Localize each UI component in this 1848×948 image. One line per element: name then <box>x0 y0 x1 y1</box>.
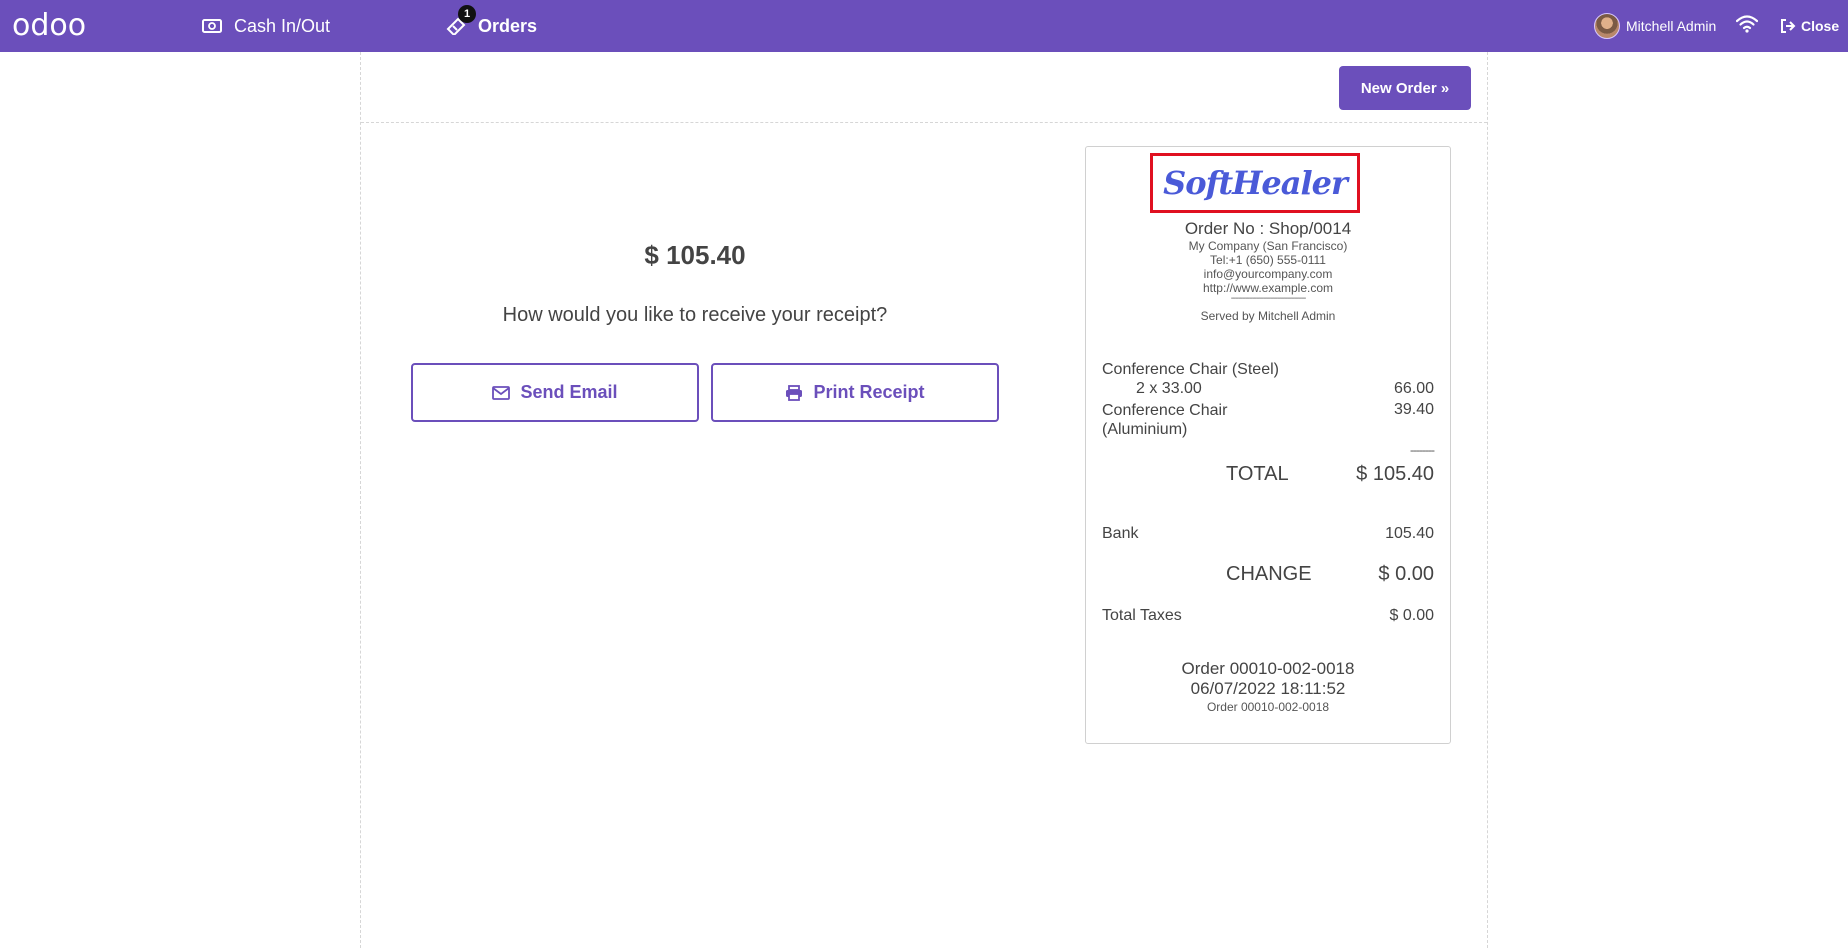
cash-in-out-button[interactable]: Cash In/Out <box>202 0 330 52</box>
receipt-taxes-label: Total Taxes <box>1102 607 1182 624</box>
receipt-payment-amount: 105.40 <box>1385 525 1434 542</box>
cash-in-out-label: Cash In/Out <box>234 15 331 36</box>
receipt-email: info@yourcompany.com <box>1203 267 1333 281</box>
pos-receipt: SoftHealer Order No : Shop/0014 My Compa… <box>1085 146 1451 744</box>
receipt-taxes-value: $ 0.00 <box>1389 607 1434 624</box>
wifi-icon[interactable] <box>1735 15 1759 38</box>
softhealer-logo: SoftHealer <box>1163 164 1348 202</box>
envelope-icon <box>492 385 511 400</box>
receipt-logo-highlight: SoftHealer <box>1150 153 1360 213</box>
receipt-question: How would you like to receive your recei… <box>502 304 888 326</box>
close-label: Close <box>1801 18 1840 34</box>
send-email-label: Send Email <box>520 382 618 402</box>
receipt-line-amount: 39.40 <box>1393 401 1434 418</box>
receipt-total-value: $ 105.40 <box>1356 463 1434 485</box>
receipt-line-name: Conference Chair (Aluminium) <box>1102 402 1228 438</box>
receipt-total-label: TOTAL <box>1226 463 1289 485</box>
pos-topbar: odoo Cash In/Out 1 Orders Mitchell Admin <box>0 0 1848 52</box>
odoo-logo: odoo <box>12 8 87 43</box>
send-email-button[interactable]: Send Email <box>411 363 699 422</box>
receipt-line-qty: 2 x 33.00 66.00 <box>1102 380 1434 398</box>
receipt-line-amount: 66.00 <box>1393 380 1434 397</box>
money-icon <box>202 18 222 34</box>
orders-button[interactable]: 1 Orders <box>446 0 537 52</box>
paid-amount: $ 105.40 <box>644 240 746 270</box>
user-menu[interactable]: Mitchell Admin <box>1594 0 1716 52</box>
receipt-line-qty-text: 2 x 33.00 <box>1136 380 1202 397</box>
receipt-screen-header: New Order » <box>361 52 1487 123</box>
receipt-order-number: Order No : Shop/0014 <box>1184 219 1352 238</box>
close-button[interactable]: Close <box>1780 0 1839 52</box>
ticket-icon: 1 <box>446 5 476 35</box>
receipt-taxes-line: Total Taxes $ 0.00 <box>1102 607 1434 625</box>
receipt-served-by: Served by Mitchell Admin <box>1200 309 1336 323</box>
receipt-line-name: Conference Chair (Steel) <box>1102 361 1279 378</box>
printer-icon <box>786 384 803 401</box>
receipt-screen: New Order » $ 105.40 How would you like … <box>360 52 1488 948</box>
print-receipt-label: Print Receipt <box>813 382 925 402</box>
sign-out-icon <box>1781 19 1796 33</box>
receipt-payment-method: Bank <box>1102 525 1139 542</box>
receipt-footer-order: Order 00010-002-0018 <box>1181 659 1355 678</box>
user-name: Mitchell Admin <box>1626 18 1717 34</box>
receipt-footer-ref: Order 00010-002-0018 <box>1206 700 1330 714</box>
print-receipt-button[interactable]: Print Receipt <box>711 363 999 422</box>
receipt-footer-datetime: 06/07/2022 18:11:52 <box>1190 679 1346 698</box>
new-order-button[interactable]: New Order » <box>1339 66 1471 110</box>
receipt-company: My Company (San Francisco) <box>1188 239 1348 253</box>
receipt-total-separator: -------- <box>1410 443 1435 457</box>
avatar <box>1594 13 1620 39</box>
orders-count-badge: 1 <box>458 5 476 23</box>
receipt-separator: -------------------------------- <box>1230 293 1307 304</box>
receipt-change-value: $ 0.00 <box>1378 563 1434 585</box>
receipt-phone: Tel:+1 (650) 555-0111 <box>1210 253 1326 267</box>
receipt-payment-line: Bank 105.40 <box>1102 525 1434 543</box>
receipt-change-label: CHANGE <box>1226 563 1312 585</box>
orders-label: Orders <box>478 15 538 36</box>
